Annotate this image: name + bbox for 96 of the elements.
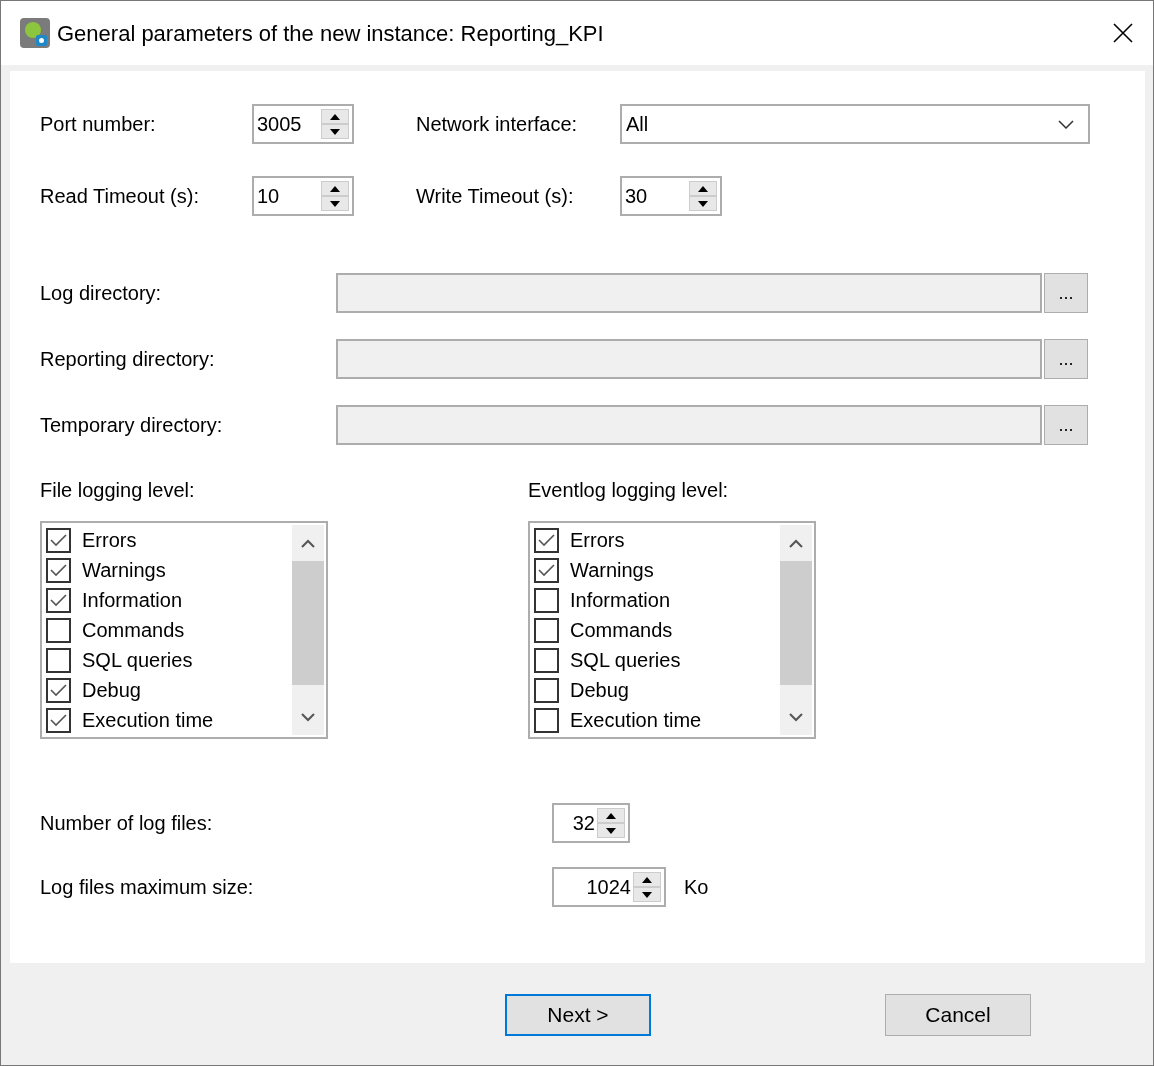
triangle-down-icon [606,827,616,834]
checkbox[interactable] [46,557,71,583]
field-label: Read Timeout (s): [40,184,200,209]
checkbox-label: Debug [82,678,141,703]
spin-down-button[interactable] [633,887,661,902]
log-files-spin-field[interactable]: 32 [552,803,630,843]
spin-up-button[interactable] [689,181,717,196]
write-timeout-spin-field[interactable]: 30 [620,176,722,216]
field-label: Temporary directory: [40,413,224,438]
checkbox-label: Information [570,588,671,613]
checkbox-label: Execution time [570,708,702,733]
triangle-down-icon [330,128,340,135]
checkbox-label: SQL queries [570,648,681,673]
checkbox[interactable] [534,617,559,643]
checkbox[interactable] [46,527,71,553]
port-spin-field[interactable]: 3005 [252,104,354,144]
number-input[interactable]: 1024 [554,869,633,905]
checkbox[interactable] [46,647,71,673]
directory-input-field[interactable] [336,405,1042,445]
field-label: Log directory: [40,281,163,306]
checkmark-icon [50,683,67,697]
app-icon [19,17,51,49]
checkbox-label: SQL queries [82,648,193,673]
network-interface-dropdown[interactable]: All [620,104,1090,144]
number-input[interactable]: 10 [254,178,321,214]
spin-down-button[interactable] [689,196,717,211]
triangle-down-icon [330,200,340,207]
group-label: File logging level: [40,478,196,503]
spin-down-button[interactable] [321,196,349,211]
field-label: Log files maximum size: [40,875,255,900]
checkbox-label: Debug [570,678,629,703]
browse-button[interactable]: ... [1044,339,1088,379]
number-input[interactable]: 3005 [254,106,321,142]
browse-button[interactable]: ... [1044,405,1088,445]
checkbox-label: Commands [82,618,185,643]
browse-button[interactable]: ... [1044,273,1088,313]
triangle-up-icon [642,876,652,883]
spin-up-button[interactable] [633,872,661,887]
checkbox-label: Errors [570,528,625,553]
unit-label: Ko [684,875,709,900]
window-title: General parameters of the new instance: Reporting_KPI [57,19,605,48]
checkmark-icon [50,563,67,577]
checkbox[interactable] [46,677,71,703]
checkbox-label: Commands [570,618,673,643]
read-timeout-spin-field[interactable]: 10 [252,176,354,216]
checkbox[interactable] [534,677,559,703]
field-label: Write Timeout (s): [416,184,575,209]
triangle-up-icon [330,113,340,120]
checkbox-label: Warnings [570,558,654,583]
checkmark-icon [50,593,67,607]
triangle-down-icon [642,891,652,898]
checkbox[interactable] [46,707,71,733]
checkbox[interactable] [534,557,559,583]
directory-input-field[interactable] [336,339,1042,379]
spin-up-button[interactable] [321,109,349,124]
checkbox-label: Warnings [82,558,166,583]
checkmark-icon [538,563,555,577]
checkbox[interactable] [534,707,559,733]
triangle-up-icon [606,812,616,819]
spin-up-button[interactable] [597,808,625,823]
scrollbar-thumb[interactable] [780,561,812,685]
triangle-down-icon [698,200,708,207]
field-label: Port number: [40,112,157,137]
checkmark-icon [538,533,555,547]
checkbox-label: Errors [82,528,137,553]
field-label: Number of log files: [40,811,214,836]
scroll-down-icon[interactable] [789,712,803,722]
triangle-up-icon [330,185,340,192]
field-label: Reporting directory: [40,347,216,372]
checkbox-label: Execution time [82,708,214,733]
checkbox[interactable] [46,587,71,613]
number-input[interactable]: 32 [554,805,597,841]
checkmark-icon [50,713,67,727]
directory-input-field[interactable] [336,273,1042,313]
checkbox[interactable] [534,647,559,673]
scroll-up-icon[interactable] [301,538,315,548]
dialog-button[interactable]: Cancel [885,994,1031,1036]
checkbox[interactable] [46,617,71,643]
checkbox[interactable] [534,527,559,553]
checkmark-icon [50,533,67,547]
field-label: Network interface: [416,112,579,137]
scrollbar-thumb[interactable] [292,561,324,685]
group-label: Eventlog logging level: [528,478,730,503]
number-input[interactable]: 30 [622,178,689,214]
log-size-spin-field[interactable]: 1024 [552,867,666,907]
scroll-up-icon[interactable] [789,538,803,548]
dialog-button[interactable]: Next > [505,994,651,1036]
scroll-down-icon[interactable] [301,712,315,722]
spin-down-button[interactable] [597,823,625,838]
close-icon[interactable] [1113,23,1133,43]
checkbox-label: Information [82,588,183,613]
spin-up-button[interactable] [321,181,349,196]
spin-down-button[interactable] [321,124,349,139]
checkbox[interactable] [534,587,559,613]
triangle-up-icon [698,185,708,192]
chevron-down-icon [1058,119,1074,129]
